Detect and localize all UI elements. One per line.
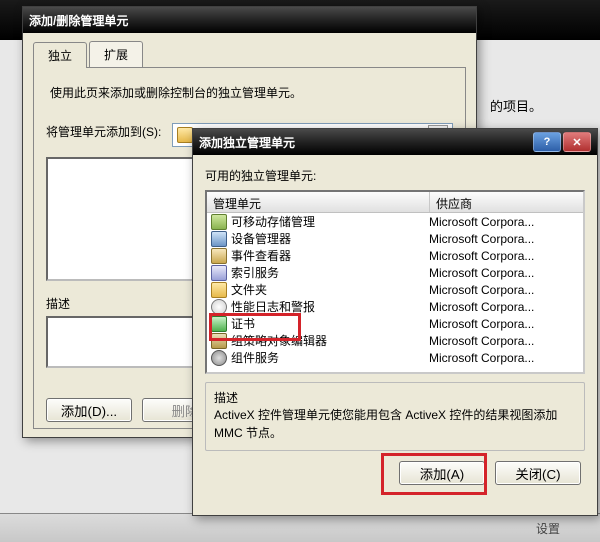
list-item-label: 组件服务	[231, 349, 279, 366]
list-item-vendor: Microsoft Corpora...	[425, 351, 583, 365]
status-text: 设置	[536, 520, 560, 537]
cert-icon	[211, 316, 227, 332]
list-item-vendor: Microsoft Corpora...	[425, 266, 583, 280]
list-item[interactable]: 文件夹 Microsoft Corpora...	[207, 281, 583, 298]
list-item-label: 可移动存储管理	[231, 213, 315, 230]
list-item-vendor: Microsoft Corpora...	[425, 283, 583, 297]
list-item[interactable]: 事件查看器 Microsoft Corpora...	[207, 247, 583, 264]
column-snapin[interactable]: 管理单元	[207, 192, 430, 212]
clock-icon	[211, 299, 227, 315]
list-item[interactable]: 组策略对象编辑器 Microsoft Corpora...	[207, 332, 583, 349]
list-item-label: 组策略对象编辑器	[231, 332, 327, 349]
add-button[interactable]: 添加(A)	[399, 461, 485, 485]
list-item-vendor: Microsoft Corpora...	[425, 317, 583, 331]
close-button[interactable]: ✕	[563, 132, 591, 152]
list-item-label: 事件查看器	[231, 247, 291, 264]
list-item[interactable]: 索引服务 Microsoft Corpora...	[207, 264, 583, 281]
window-title: 添加独立管理单元	[199, 134, 295, 151]
list-item[interactable]: 可移动存储管理 Microsoft Corpora...	[207, 213, 583, 230]
list-item-label: 文件夹	[231, 281, 267, 298]
list-item-vendor: Microsoft Corpora...	[425, 215, 583, 229]
add-standalone-snapin-window: 添加独立管理单元 ? ✕ 可用的独立管理单元: 管理单元 供应商 可移动存储管理…	[192, 128, 598, 516]
list-item-vendor: Microsoft Corpora...	[425, 249, 583, 263]
list-item-vendor: Microsoft Corpora...	[425, 300, 583, 314]
list-item[interactable]: 证书 Microsoft Corpora...	[207, 315, 583, 332]
available-label: 可用的独立管理单元:	[205, 167, 585, 184]
drive-icon	[211, 214, 227, 230]
list-item-label: 设备管理器	[231, 230, 291, 247]
mag-icon	[211, 265, 227, 281]
column-vendor[interactable]: 供应商	[430, 192, 583, 212]
background-text: 的项目。	[490, 96, 542, 115]
list-item[interactable]: 性能日志和警报 Microsoft Corpora...	[207, 298, 583, 315]
tab-extension[interactable]: 扩展	[89, 41, 143, 67]
list-item[interactable]: 设备管理器 Microsoft Corpora...	[207, 230, 583, 247]
instruction-text: 使用此页来添加或删除控制台的独立管理单元。	[50, 84, 453, 101]
titlebar[interactable]: 添加独立管理单元 ? ✕	[193, 129, 597, 155]
close-button[interactable]: 关闭(C)	[495, 461, 581, 485]
help-button[interactable]: ?	[533, 132, 561, 152]
description-label: 描述	[214, 391, 238, 405]
folder-icon	[177, 127, 193, 143]
book2-icon	[211, 333, 227, 349]
description-group: 描述 ActiveX 控件管理单元使您能用包含 ActiveX 控件的结果视图添…	[205, 382, 585, 451]
list-item-label: 证书	[231, 315, 255, 332]
book-icon	[211, 248, 227, 264]
status-bar: 设置	[0, 513, 600, 542]
gear-icon	[211, 350, 227, 366]
list-item[interactable]: 组件服务 Microsoft Corpora...	[207, 349, 583, 366]
list-item-label: 性能日志和警报	[231, 298, 315, 315]
list-header: 管理单元 供应商	[207, 192, 583, 213]
snapin-list[interactable]: 管理单元 供应商 可移动存储管理Microsoft Corpora...设备管理…	[205, 190, 585, 374]
pc-icon	[211, 231, 227, 247]
window-title: 添加/删除管理单元	[29, 12, 128, 29]
tab-standalone[interactable]: 独立	[33, 42, 87, 68]
add-to-label: 将管理单元添加到(S):	[46, 123, 166, 140]
description-text: ActiveX 控件管理单元使您能用包含 ActiveX 控件的结果视图添加 M…	[214, 406, 576, 442]
folder-icon	[211, 282, 227, 298]
add-button[interactable]: 添加(D)...	[46, 398, 132, 422]
list-item-vendor: Microsoft Corpora...	[425, 334, 583, 348]
list-item-label: 索引服务	[231, 264, 279, 281]
list-item-vendor: Microsoft Corpora...	[425, 232, 583, 246]
titlebar[interactable]: 添加/删除管理单元	[23, 7, 476, 33]
